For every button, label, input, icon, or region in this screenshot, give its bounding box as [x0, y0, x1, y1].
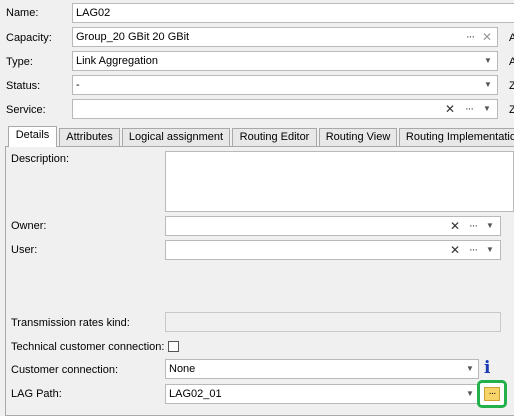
- service-more-button[interactable]: ···: [461, 100, 477, 118]
- status-chevron-down-icon[interactable]: ▼: [482, 76, 494, 94]
- tab-logical-assignment[interactable]: Logical assignment: [122, 128, 230, 146]
- user-chevron-down-icon[interactable]: ▼: [484, 241, 496, 259]
- user-field[interactable]: ✕ ··· ▼: [165, 240, 501, 260]
- customer-connection-value: None: [169, 363, 196, 375]
- status-dropdown[interactable]: - ▼: [72, 75, 498, 95]
- owner-clear-icon[interactable]: ✕: [448, 217, 462, 235]
- user-clear-icon[interactable]: ✕: [448, 241, 462, 259]
- technical-customer-connection-label: Technical customer connection:: [11, 341, 165, 353]
- description-textarea[interactable]: [165, 151, 514, 212]
- description-label: Description:: [11, 153, 70, 165]
- type-value: Link Aggregation: [76, 55, 158, 67]
- tab-routing-implementation[interactable]: Routing Implementation: [399, 128, 514, 146]
- type-dropdown[interactable]: Link Aggregation ▼: [72, 51, 498, 71]
- right-cut-label-2: A: [509, 56, 514, 68]
- right-cut-label-4: Z: [509, 104, 514, 116]
- info-icon[interactable]: i: [484, 358, 490, 378]
- type-label: Type:: [6, 56, 33, 68]
- capacity-label: Capacity:: [6, 32, 52, 44]
- status-value: -: [76, 79, 80, 91]
- owner-chevron-down-icon[interactable]: ▼: [484, 217, 496, 235]
- lag-path-more-highlight: ···: [477, 380, 507, 408]
- tab-details[interactable]: Details: [8, 126, 57, 147]
- capacity-clear-icon[interactable]: ✕: [480, 28, 494, 46]
- name-label: Name:: [6, 7, 39, 19]
- service-label: Service:: [6, 104, 46, 116]
- capacity-value: Group_20 GBit 20 GBit: [76, 31, 190, 43]
- status-label: Status:: [6, 80, 41, 92]
- lag-path-more-button[interactable]: ···: [484, 387, 500, 401]
- customer-connection-chevron-down-icon[interactable]: ▼: [464, 360, 476, 378]
- owner-field[interactable]: ✕ ··· ▼: [165, 216, 501, 236]
- tab-routing-view[interactable]: Routing View: [319, 128, 397, 146]
- capacity-more-button[interactable]: ···: [462, 28, 478, 46]
- customer-connection-label: Customer connection:: [11, 364, 118, 376]
- technical-customer-connection-checkbox[interactable]: [168, 341, 179, 352]
- type-chevron-down-icon[interactable]: ▼: [482, 52, 494, 70]
- service-field[interactable]: ✕ ··· ▼: [72, 99, 498, 119]
- user-label: User:: [11, 244, 38, 256]
- capacity-field[interactable]: Group_20 GBit 20 GBit ··· ✕: [72, 27, 498, 47]
- right-cut-label-1: A: [509, 32, 514, 44]
- tab-attributes[interactable]: Attributes: [59, 128, 120, 146]
- service-clear-icon[interactable]: ✕: [443, 100, 457, 118]
- customer-connection-dropdown[interactable]: None ▼: [165, 359, 479, 379]
- lag-path-chevron-down-icon[interactable]: ▼: [464, 385, 476, 403]
- owner-label: Owner:: [11, 220, 47, 232]
- right-cut-label-3: Z: [509, 80, 514, 92]
- lag-path-value: LAG02_01: [169, 388, 222, 400]
- owner-more-button[interactable]: ···: [465, 217, 481, 235]
- name-value: LAG02: [76, 7, 111, 19]
- user-more-button[interactable]: ···: [465, 241, 481, 259]
- lag-path-label: LAG Path:: [11, 388, 62, 400]
- lag-path-dropdown[interactable]: LAG02_01 ▼: [165, 384, 479, 404]
- service-chevron-down-icon[interactable]: ▼: [481, 100, 493, 118]
- tab-routing-editor[interactable]: Routing Editor: [232, 128, 317, 146]
- transmission-rates-kind-label: Transmission rates kind:: [11, 317, 130, 329]
- name-field[interactable]: LAG02: [72, 3, 514, 23]
- transmission-rates-kind-field: [165, 312, 501, 332]
